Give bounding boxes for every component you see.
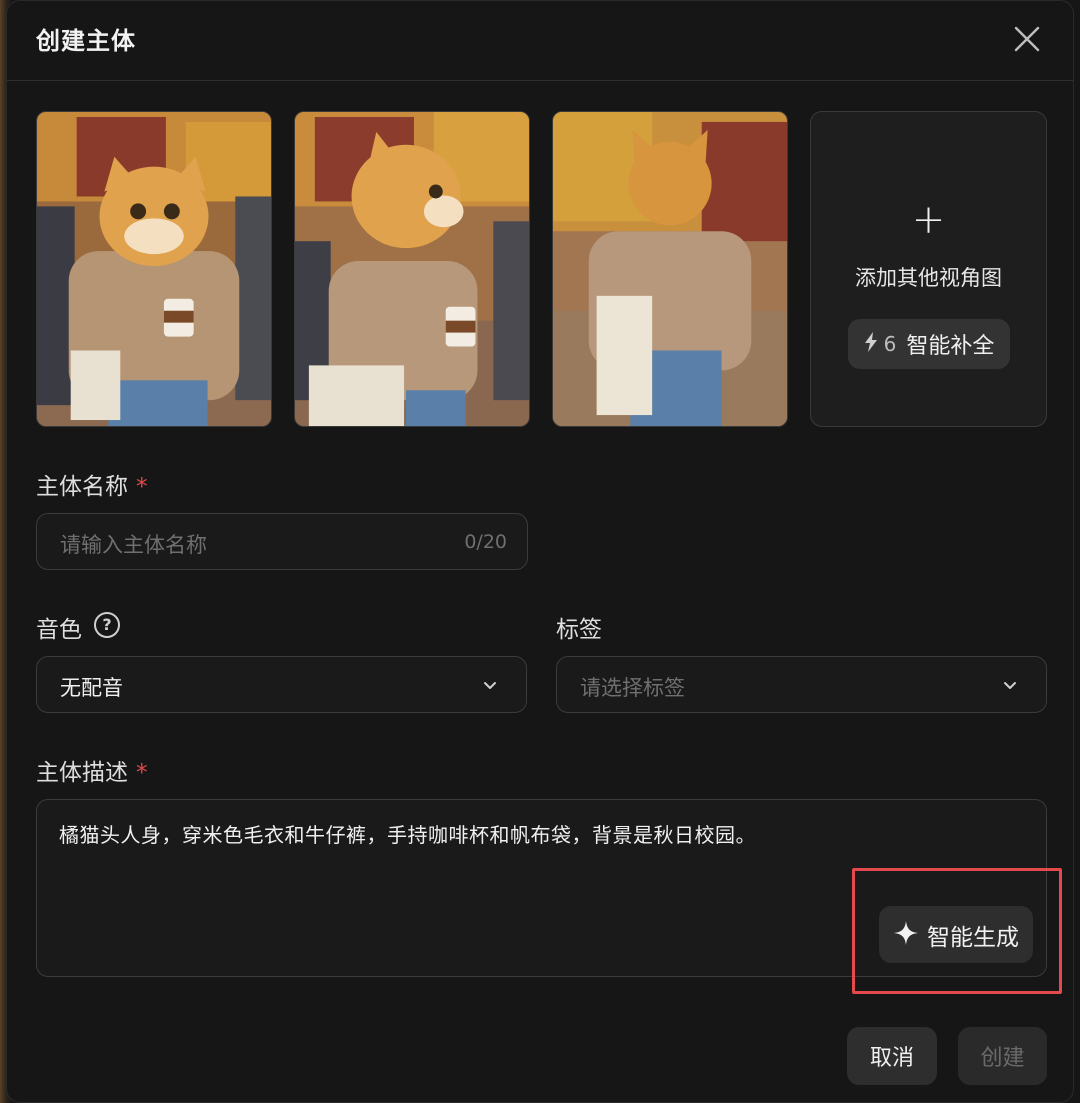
plus-icon: + <box>911 197 946 243</box>
highlight-box <box>852 868 1062 994</box>
reference-image-front-picture <box>37 112 271 426</box>
smart-fill-count: 6 <box>883 332 897 356</box>
close-icon[interactable] <box>1011 23 1043 55</box>
reference-image-front[interactable] <box>36 111 272 427</box>
required-mark: * <box>136 760 148 786</box>
chevron-down-icon <box>484 682 496 689</box>
create-button[interactable]: 创建 <box>958 1027 1047 1085</box>
dialog-header: 创建主体 <box>7 1 1073 81</box>
voice-select-value: 无配音 <box>60 676 123 700</box>
description-field-label: 主体描述 * <box>36 753 148 787</box>
name-label-text: 主体名称 <box>36 474 128 500</box>
help-icon[interactable]: ? <box>94 612 120 638</box>
smart-fill-label: 智能补全 <box>906 334 995 359</box>
reference-image-back-picture <box>553 112 787 426</box>
tag-field-label: 标签 <box>556 617 602 643</box>
tag-select[interactable]: 请选择标签 <box>556 656 1047 713</box>
dialog-title: 创建主体 <box>36 27 136 55</box>
add-view-label: 添加其他视角图 <box>855 266 1002 290</box>
name-char-counter: 0/20 <box>464 531 507 553</box>
name-field-label: 主体名称 * <box>36 467 148 501</box>
voice-field-label: 音色 <box>36 617 82 643</box>
cancel-button[interactable]: 取消 <box>847 1027 937 1085</box>
bolt-icon <box>864 331 878 357</box>
chevron-down-icon <box>1004 682 1016 689</box>
add-view-tile[interactable]: + 添加其他视角图 6 智能补全 <box>810 111 1047 427</box>
voice-select[interactable]: 无配音 <box>36 656 527 713</box>
create-subject-dialog: 创建主体 + 添加其他视角图 6 智能补全 主体名称 * 请输入主体名称 0/2… <box>6 0 1074 1103</box>
name-input[interactable]: 请输入主体名称 0/20 <box>36 513 528 570</box>
reference-image-side[interactable] <box>294 111 530 427</box>
smart-fill-button[interactable]: 6 智能补全 <box>848 319 1010 369</box>
tag-select-placeholder: 请选择标签 <box>580 676 685 700</box>
name-input-placeholder: 请输入主体名称 <box>60 533 207 557</box>
required-mark: * <box>136 474 148 500</box>
reference-image-side-picture <box>295 112 529 426</box>
description-text: 橘猫头人身，穿米色毛衣和牛仔裤，手持咖啡杯和帆布袋，背景是秋日校园。 <box>59 823 756 847</box>
reference-image-back[interactable] <box>552 111 788 427</box>
description-label-text: 主体描述 <box>36 760 128 786</box>
